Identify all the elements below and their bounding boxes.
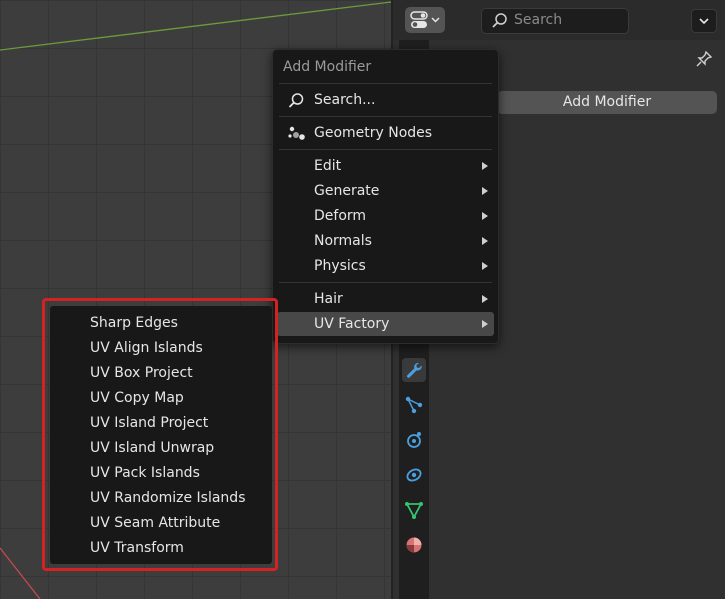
editor-type-icon [410, 11, 440, 28]
menu-item-hair[interactable]: Hair [277, 287, 494, 311]
submenu-item-uv-randomize-islands[interactable]: UV Randomize Islands [50, 485, 272, 510]
menu-item-search[interactable]: Search... [277, 88, 494, 112]
submenu-item-sharp-edges[interactable]: Sharp Edges [50, 310, 272, 335]
menu-item-normals[interactable]: Normals [277, 229, 494, 253]
menu-divider [279, 282, 492, 283]
y-axis-line [0, 1, 391, 51]
submenu-item-label: UV Randomize Islands [90, 490, 246, 506]
menu-item-deform[interactable]: Deform [277, 204, 494, 228]
menu-item-label: Search... [314, 92, 376, 108]
chevron-down-icon [699, 18, 709, 25]
menu-item-label: Deform [314, 208, 367, 224]
properties-header: Search [393, 0, 725, 40]
search-placeholder: Search [514, 12, 563, 28]
menu-item-geometry-nodes[interactable]: Geometry Nodes [277, 121, 494, 145]
tab-object-data[interactable] [402, 498, 426, 522]
submenu-item-uv-island-unwrap[interactable]: UV Island Unwrap [50, 435, 272, 460]
submenu-arrow-icon [482, 262, 488, 270]
submenu-item-uv-pack-islands[interactable]: UV Pack Islands [50, 460, 272, 485]
submenu-arrow-icon [482, 295, 488, 303]
submenu-item-label: Sharp Edges [90, 315, 178, 331]
submenu-arrow-icon [482, 237, 488, 245]
particles-icon [405, 396, 423, 414]
tab-constraints[interactable] [402, 463, 426, 487]
submenu-item-label: UV Island Unwrap [90, 440, 215, 456]
modifier-icon [407, 362, 422, 378]
uv-factory-submenu: Sharp Edges UV Align Islands UV Box Proj… [50, 306, 272, 564]
add-modifier-button[interactable]: Add Modifier [497, 91, 717, 114]
submenu-item-label: UV Align Islands [90, 340, 203, 356]
tab-material[interactable] [402, 533, 426, 557]
search-input[interactable]: Search [481, 8, 629, 34]
search-icon [288, 93, 304, 108]
submenu-item-uv-seam-attribute[interactable]: UV Seam Attribute [50, 510, 272, 535]
menu-item-label: Geometry Nodes [314, 125, 433, 141]
menu-divider [279, 83, 492, 84]
physics-icon [407, 432, 421, 448]
menu-item-uv-factory[interactable]: UV Factory [277, 312, 494, 336]
menu-item-physics[interactable]: Physics [277, 254, 494, 278]
menu-divider [279, 116, 492, 117]
submenu-item-label: UV Pack Islands [90, 465, 200, 481]
tab-physics[interactable] [402, 428, 426, 452]
submenu-arrow-icon [482, 187, 488, 195]
submenu-item-label: UV Box Project [90, 365, 193, 381]
menu-item-generate[interactable]: Generate [277, 179, 494, 203]
options-dropdown-button[interactable] [691, 9, 717, 33]
pin-icon[interactable] [695, 50, 713, 68]
submenu-item-uv-copy-map[interactable]: UV Copy Map [50, 385, 272, 410]
constraints-icon [406, 468, 422, 482]
submenu-item-uv-island-project[interactable]: UV Island Project [50, 410, 272, 435]
menu-item-label: Edit [314, 158, 342, 174]
submenu-item-uv-align-islands[interactable]: UV Align Islands [50, 335, 272, 360]
search-icon [492, 13, 507, 28]
material-icon [406, 537, 422, 553]
menu-title: Add Modifier [283, 59, 372, 75]
data-icon [405, 502, 423, 519]
submenu-arrow-icon [482, 320, 488, 328]
submenu-item-label: UV Seam Attribute [90, 515, 221, 531]
submenu-item-uv-box-project[interactable]: UV Box Project [50, 360, 272, 385]
submenu-item-label: UV Island Project [90, 415, 209, 431]
menu-divider [279, 149, 492, 150]
submenu-item-uv-transform[interactable]: UV Transform [50, 535, 272, 560]
submenu-item-label: UV Copy Map [90, 390, 184, 406]
geometry-nodes-icon [288, 126, 305, 140]
tab-modifiers[interactable] [402, 358, 426, 382]
add-modifier-menu: Add Modifier Search... Geometry Nodes Ed… [272, 49, 499, 344]
editor-type-button[interactable] [405, 7, 445, 33]
menu-item-label: Normals [314, 233, 372, 249]
submenu-arrow-icon [482, 212, 488, 220]
menu-item-label: Hair [314, 291, 343, 307]
menu-item-edit[interactable]: Edit [277, 154, 494, 178]
menu-item-label: UV Factory [314, 316, 390, 332]
menu-item-label: Physics [314, 258, 366, 274]
submenu-item-label: UV Transform [90, 540, 184, 556]
submenu-arrow-icon [482, 162, 488, 170]
tab-particles[interactable] [402, 393, 426, 417]
menu-item-label: Generate [314, 183, 380, 199]
x-axis-line [0, 547, 41, 599]
